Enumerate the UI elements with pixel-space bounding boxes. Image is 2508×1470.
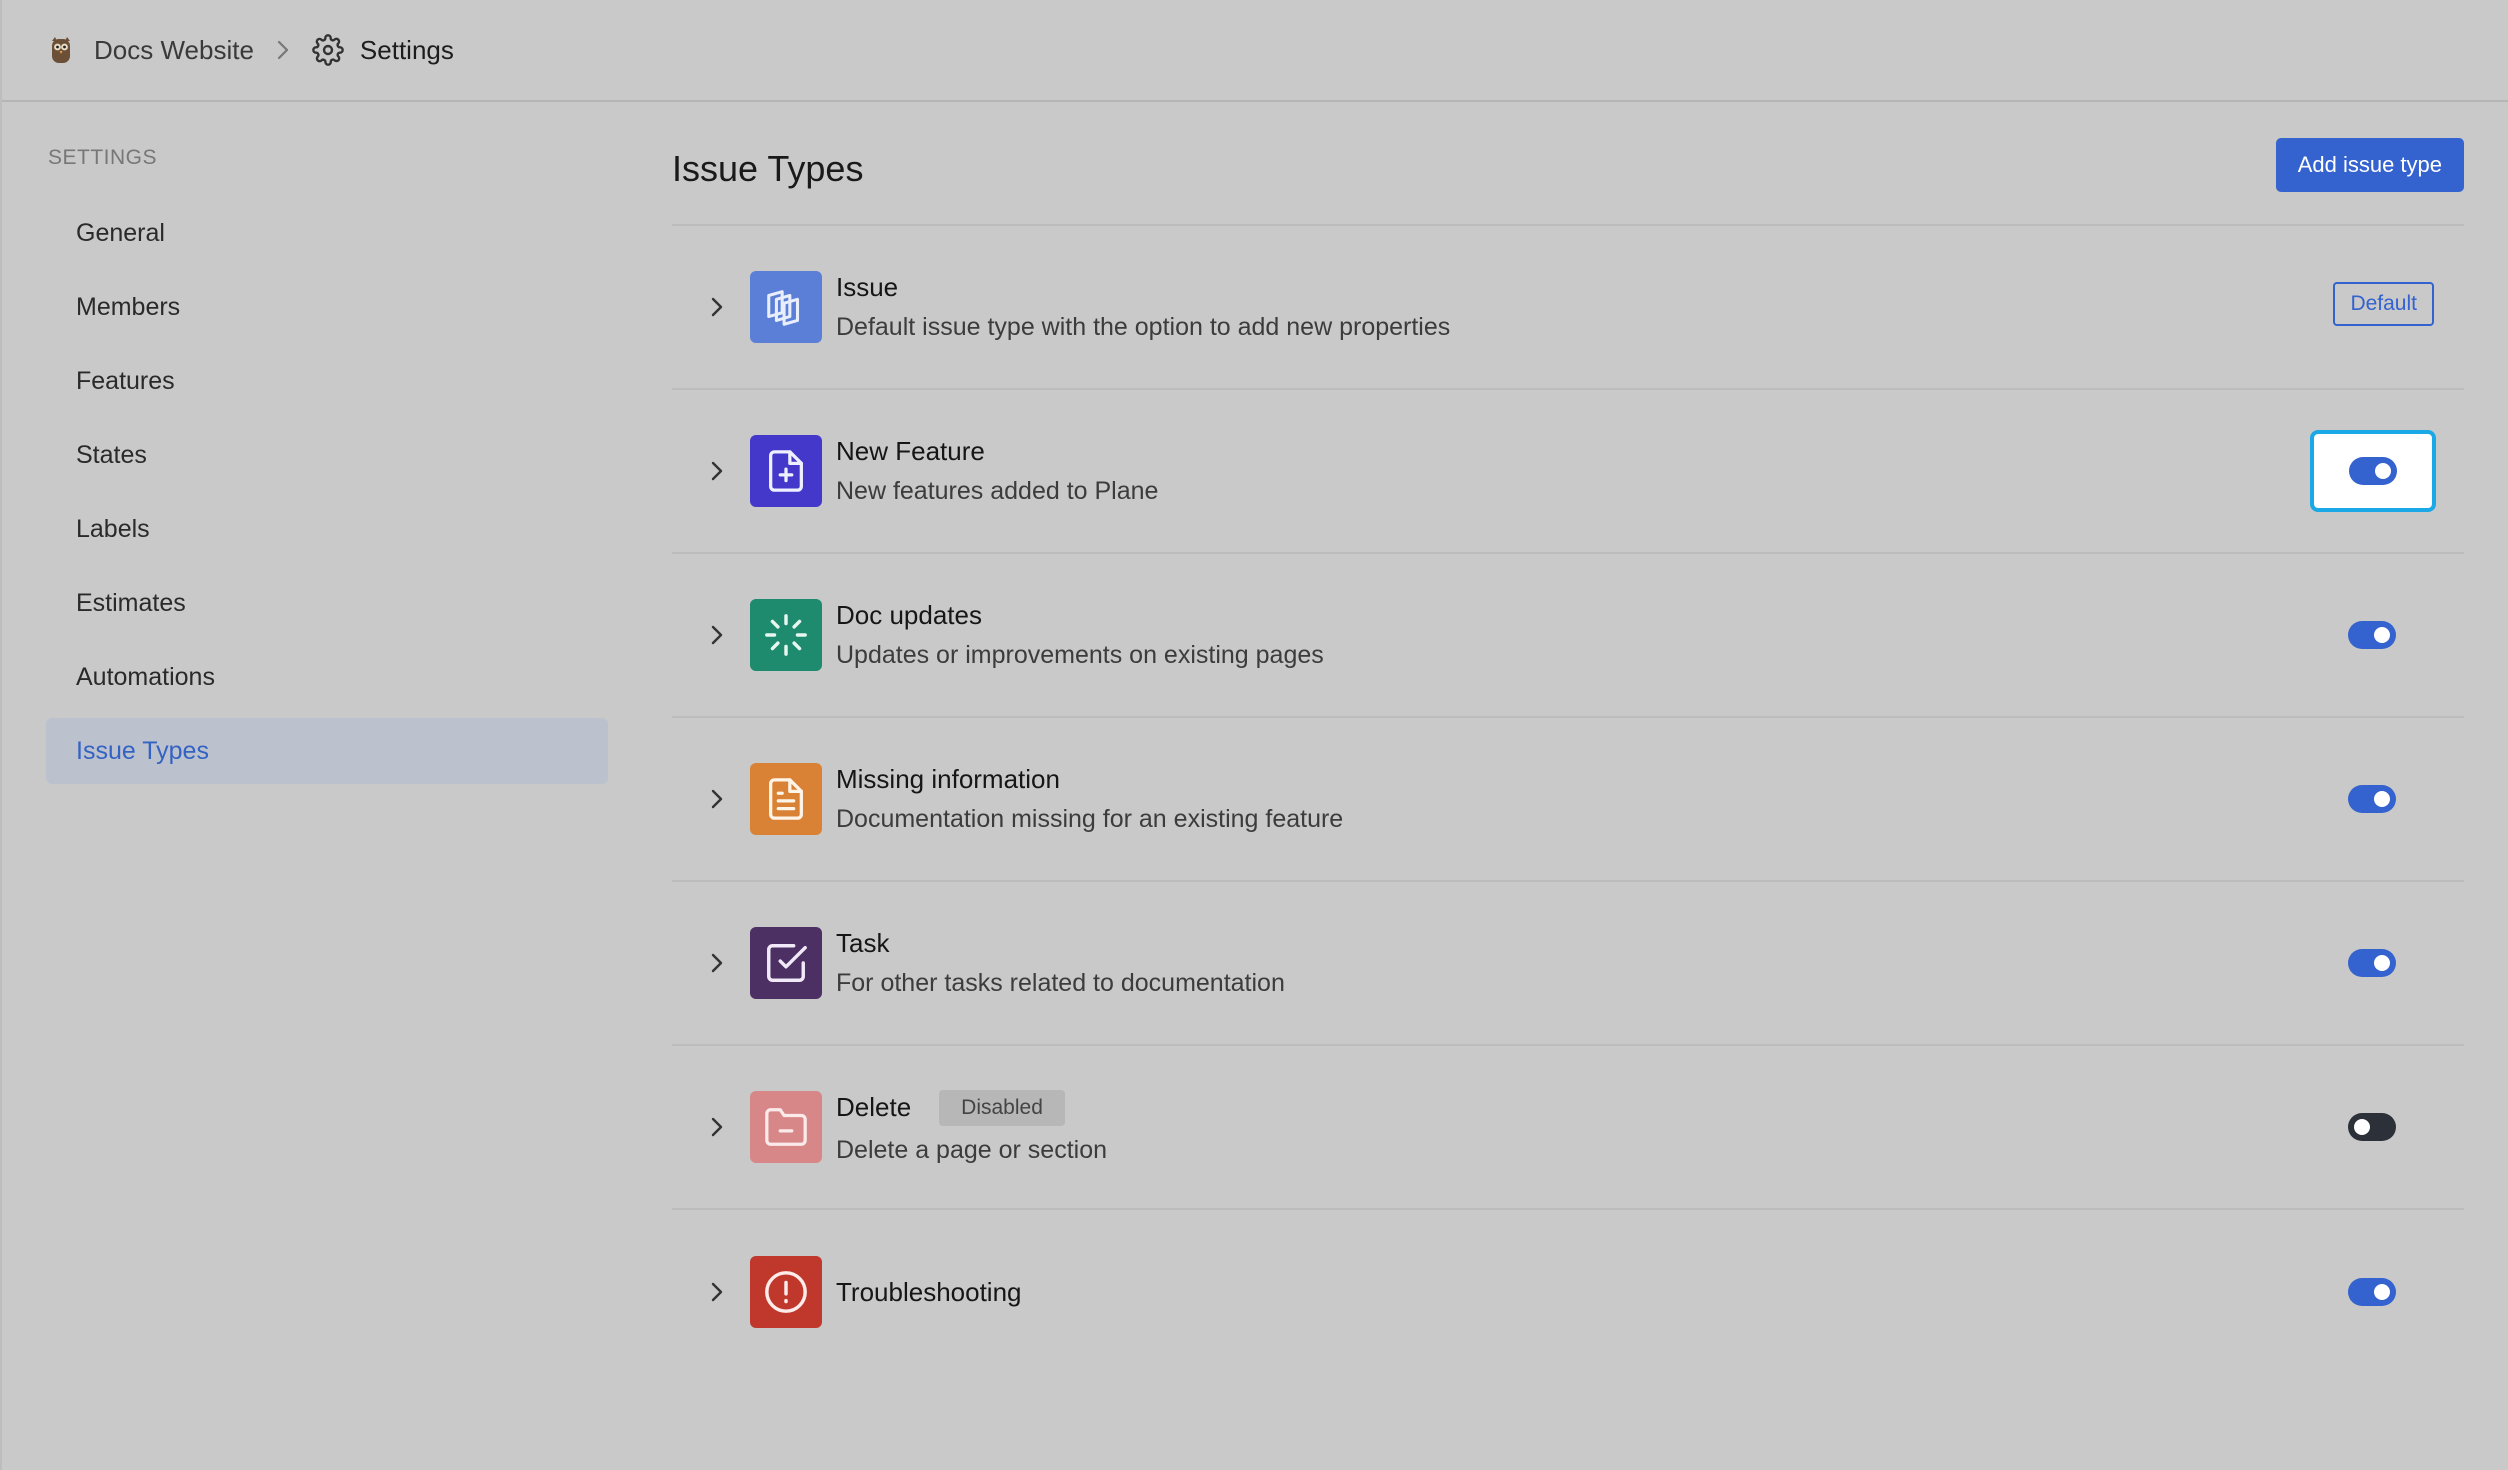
loader-icon — [750, 599, 822, 671]
sidebar-item-automations[interactable]: Automations — [46, 644, 608, 710]
issue-type-description: For other tasks related to documentation — [836, 969, 1285, 997]
chevron-right-icon[interactable] — [706, 624, 728, 646]
issue-type-description: Default issue type with the option to ad… — [836, 313, 1451, 341]
toggle-focus-ring — [2310, 430, 2436, 512]
layers-icon — [750, 271, 822, 343]
breadcrumb-current: Settings — [359, 34, 454, 65]
issue-type-description: Updates or improvements on existing page… — [836, 641, 1324, 669]
chevron-right-icon[interactable] — [706, 296, 728, 318]
chevron-right-icon[interactable] — [706, 788, 728, 810]
issue-type-row-troubleshooting[interactable]: Troubleshooting — [672, 1210, 2464, 1374]
issue-type-text: New Feature New features added to Plane — [836, 436, 1158, 506]
enable-toggle[interactable] — [2348, 949, 2396, 977]
disabled-badge: Disabled — [939, 1089, 1065, 1126]
issue-type-text: Missing information Documentation missin… — [836, 764, 1343, 834]
issue-type-description: Delete a page or section — [836, 1135, 1108, 1164]
enable-toggle[interactable] — [2348, 1278, 2396, 1306]
toggle-wrap — [2348, 949, 2396, 977]
app-window: Docs Website Settings SETTINGS General M… — [0, 0, 2508, 1470]
toggle-knob — [2354, 1119, 2370, 1135]
toggle-wrap — [2348, 1278, 2396, 1306]
sidebar-item-estimates[interactable]: Estimates — [46, 570, 608, 636]
issue-type-row-missing-information[interactable]: Missing information Documentation missin… — [672, 718, 2464, 882]
toggle-knob — [2374, 955, 2390, 971]
issue-type-row-doc-updates[interactable]: Doc updates Updates or improvements on e… — [672, 554, 2464, 718]
sidebar-item-states[interactable]: States — [46, 422, 608, 488]
check-square-icon — [750, 927, 822, 999]
issue-type-name: New Feature — [836, 436, 985, 466]
enable-toggle[interactable] — [2348, 785, 2396, 813]
issue-type-name: Issue — [836, 272, 899, 302]
chevron-right-icon[interactable] — [706, 460, 728, 482]
folder-minus-icon — [750, 1091, 822, 1163]
gear-icon — [312, 34, 344, 66]
toggle-knob — [2374, 627, 2390, 643]
issue-type-name: Troubleshooting — [836, 1276, 1022, 1307]
issue-type-name: Task — [836, 928, 890, 958]
issue-type-text: Delete Disabled Delete a page or section — [836, 1089, 1108, 1165]
chevron-right-icon[interactable] — [706, 1281, 728, 1303]
issue-type-name: Delete — [836, 1092, 912, 1122]
issue-type-description: New features added to Plane — [836, 477, 1159, 505]
chevron-right-icon[interactable] — [706, 1116, 728, 1138]
owl-logo-icon — [52, 37, 70, 63]
breadcrumb-project[interactable]: Docs Website — [94, 35, 254, 66]
issue-type-text: Doc updates Updates or improvements on e… — [836, 600, 1324, 670]
issue-type-row-task[interactable]: Task For other tasks related to document… — [672, 882, 2464, 1046]
issue-type-row-issue[interactable]: Issue Default issue type with the option… — [672, 226, 2464, 390]
chevron-right-icon — [277, 40, 289, 60]
file-text-icon — [750, 763, 822, 835]
main-content: Issue Types Add issue type Issue Default… — [672, 138, 2464, 1374]
sidebar-item-labels[interactable]: Labels — [46, 496, 608, 562]
page-title: Issue Types — [672, 148, 864, 189]
chevron-right-icon[interactable] — [706, 952, 728, 974]
issue-type-row-delete[interactable]: Delete Disabled Delete a page or section — [672, 1046, 2464, 1210]
enable-toggle[interactable] — [2349, 457, 2397, 485]
enable-toggle[interactable] — [2348, 1113, 2396, 1141]
issue-type-text: Issue Default issue type with the option… — [836, 272, 1450, 342]
file-plus-icon — [750, 435, 822, 507]
toggle-knob — [2375, 463, 2391, 479]
toggle-wrap — [2348, 785, 2396, 813]
settings-sidebar: SETTINGS General Members Features States… — [46, 146, 608, 792]
top-header: Docs Website Settings — [2, 0, 2508, 102]
sidebar-item-issue-types[interactable]: Issue Types — [46, 718, 608, 784]
toggle-knob — [2374, 1284, 2390, 1300]
issue-type-text: Task For other tasks related to document… — [836, 928, 1285, 998]
toggle-wrap — [2348, 1113, 2396, 1141]
breadcrumb: Docs Website Settings — [46, 34, 454, 66]
toggle-wrap — [2348, 621, 2396, 649]
issue-type-row-new-feature[interactable]: New Feature New features added to Plane — [672, 390, 2464, 554]
sidebar-item-general[interactable]: General — [46, 200, 608, 266]
sidebar-item-features[interactable]: Features — [46, 348, 608, 414]
issue-type-description: Documentation missing for an existing fe… — [836, 805, 1344, 833]
enable-toggle[interactable] — [2348, 621, 2396, 649]
alert-circle-icon — [750, 1256, 822, 1328]
issue-type-name: Doc updates — [836, 600, 982, 630]
toggle-knob — [2374, 791, 2390, 807]
issue-type-name: Missing information — [836, 764, 1060, 794]
sidebar-item-members[interactable]: Members — [46, 274, 608, 340]
add-issue-type-button[interactable]: Add issue type — [2275, 138, 2464, 192]
issue-type-text: Troubleshooting — [836, 1277, 1022, 1308]
sidebar-section-title: SETTINGS — [48, 146, 158, 169]
default-badge: Default — [2333, 282, 2434, 326]
main-header: Issue Types Add issue type — [672, 138, 2464, 226]
